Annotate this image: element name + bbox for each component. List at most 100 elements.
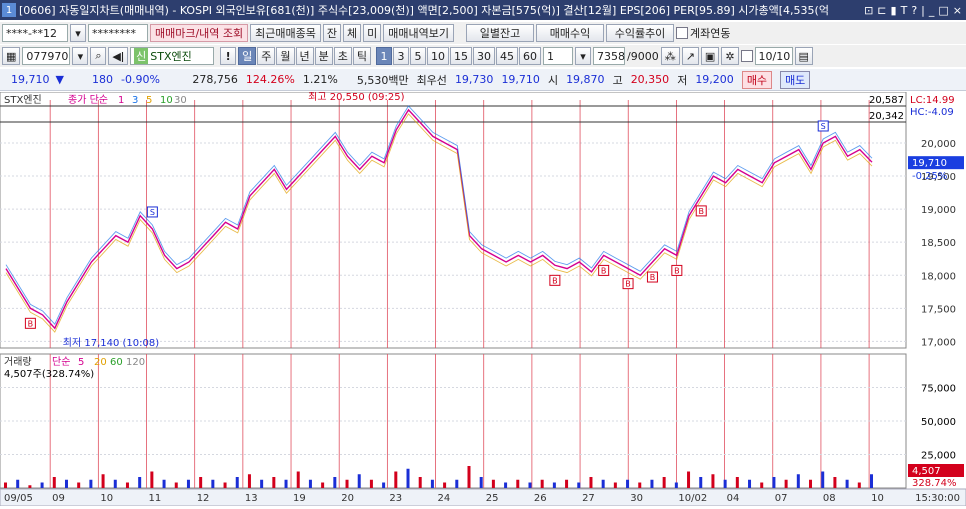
x-axis-label: 04 bbox=[727, 493, 740, 504]
window-control-7[interactable]: □ bbox=[938, 4, 948, 17]
x-axis-bar bbox=[0, 488, 966, 507]
buy-marker-label: B bbox=[650, 273, 656, 282]
count-input[interactable]: 7358 bbox=[593, 47, 625, 65]
price-ma-label: 5 bbox=[146, 95, 152, 106]
volume-bar bbox=[223, 482, 227, 488]
period-tab-1[interactable]: 주 bbox=[257, 47, 276, 65]
volume-bar bbox=[125, 482, 129, 488]
volume-bar bbox=[455, 479, 459, 488]
period-tab-5[interactable]: 초 bbox=[333, 47, 352, 65]
x-axis-label: 10 bbox=[871, 493, 884, 504]
minute-tab-0[interactable]: 1 bbox=[376, 47, 392, 65]
window-control-2[interactable]: ▮ bbox=[891, 4, 897, 17]
price-panel bbox=[0, 91, 907, 349]
high-price: 20,350 bbox=[630, 73, 670, 86]
alert-button[interactable]: ! bbox=[220, 47, 237, 65]
volume-bar bbox=[626, 479, 630, 488]
account-dropdown-button[interactable]: ▾ bbox=[70, 24, 86, 42]
date-checkbox[interactable] bbox=[740, 50, 753, 62]
volume-bar bbox=[77, 482, 81, 488]
price-y-tick: 17,500 bbox=[921, 304, 956, 315]
price-volume-chart[interactable]: 20,00019,50019,00018,50018,00017,50017,0… bbox=[0, 91, 966, 507]
stock-name-field: 신 STX엔진 bbox=[130, 47, 215, 65]
speaker-icon[interactable]: ◀ǀ bbox=[108, 47, 129, 65]
period-tab-4[interactable]: 분 bbox=[314, 47, 333, 65]
minute-tab-1[interactable]: 3 bbox=[393, 47, 409, 65]
volume-bar bbox=[650, 479, 654, 488]
period-tab-3[interactable]: 년 bbox=[295, 47, 314, 65]
best-bid: 19,710 bbox=[501, 73, 540, 86]
interval-dropdown-button[interactable]: ▾ bbox=[575, 47, 591, 65]
unfilled-button[interactable]: 미 bbox=[363, 24, 382, 42]
volume-bar bbox=[491, 479, 495, 488]
window-control-3[interactable]: T bbox=[901, 4, 908, 17]
period-tab-0[interactable]: 일 bbox=[238, 47, 257, 65]
balance-button[interactable]: 잔 bbox=[322, 24, 342, 42]
daily-balance-button[interactable]: 일별잔고 bbox=[466, 24, 535, 42]
max-value: 20,587 bbox=[869, 95, 904, 106]
markup-query-button[interactable]: 매매마크/내역 조회 bbox=[150, 24, 249, 42]
trade-profit-button[interactable]: 매매수익 bbox=[536, 24, 605, 42]
trade-history-button[interactable]: 매매내역보기 bbox=[383, 24, 455, 42]
volume-bar bbox=[809, 479, 813, 488]
period-tab-6[interactable]: 틱 bbox=[352, 47, 371, 65]
account-select[interactable]: ****-**12 bbox=[2, 24, 68, 42]
window-control-0[interactable]: ⊡ bbox=[864, 4, 873, 17]
minute-tab-6[interactable]: 45 bbox=[496, 47, 518, 65]
minute-tab-7[interactable]: 60 bbox=[519, 47, 541, 65]
sell-button[interactable]: 매도 bbox=[780, 70, 811, 89]
window-number: 1 bbox=[2, 3, 16, 17]
chevron-down-icon: ▾ bbox=[580, 49, 586, 63]
volume-bar bbox=[174, 482, 178, 488]
best-ask-label: 최우선 bbox=[416, 73, 447, 87]
volume-legend-type: 단순 bbox=[52, 356, 70, 368]
buy-button[interactable]: 매수 bbox=[741, 70, 773, 89]
profit-trend-button[interactable]: 수익률추이 bbox=[606, 24, 675, 42]
date-input[interactable]: 10/10 bbox=[754, 47, 793, 65]
executed-button[interactable]: 체 bbox=[343, 24, 362, 42]
minute-tab-3[interactable]: 10 bbox=[427, 47, 449, 65]
account-link-checkbox[interactable] bbox=[676, 27, 689, 39]
buy-marker-label: B bbox=[674, 266, 680, 275]
window-control-4[interactable]: ? bbox=[911, 4, 917, 17]
volume-bar bbox=[613, 482, 617, 488]
indicator-icon[interactable]: ⁂ bbox=[660, 47, 680, 65]
interval-input[interactable]: 1 bbox=[543, 47, 573, 65]
minute-tabs: 1 3 5 10 15 30 45 60 bbox=[376, 47, 541, 65]
x-axis-label: 12 bbox=[197, 493, 210, 504]
best-ask: 19,730 bbox=[454, 73, 494, 86]
minute-tab-4[interactable]: 15 bbox=[450, 47, 472, 65]
layout-icon[interactable]: ▦ bbox=[2, 47, 21, 65]
window-control-8[interactable]: × bbox=[953, 4, 962, 17]
volume-bar bbox=[638, 482, 642, 488]
window-control-6[interactable]: _ bbox=[929, 4, 935, 17]
price-y-tick: 17,000 bbox=[921, 337, 956, 348]
window-control-5: | bbox=[921, 3, 925, 17]
calendar-icon[interactable]: ▤ bbox=[794, 47, 813, 65]
search-icon[interactable]: ⌕ bbox=[90, 47, 107, 65]
minute-tab-5[interactable]: 30 bbox=[473, 47, 495, 65]
period-tab-2[interactable]: 월 bbox=[276, 47, 295, 65]
price-change-pct: -0.90% bbox=[121, 73, 160, 86]
volume-bar bbox=[516, 479, 520, 488]
save-icon[interactable]: ▣ bbox=[700, 47, 720, 65]
stock-code-input[interactable]: 077970 bbox=[22, 47, 71, 65]
chart-area[interactable]: 20,000 19,500 19,000 18,500 18,000 17,500 17,0… bbox=[0, 91, 966, 507]
minute-tab-2[interactable]: 5 bbox=[410, 47, 426, 65]
low-annotation: 최저 17,140 (10:08) bbox=[63, 337, 159, 349]
line-tool-icon[interactable]: ↗ bbox=[681, 47, 699, 65]
recent-trades-button[interactable]: 최근매매종목 bbox=[250, 24, 321, 42]
volume-ma-label: 60 bbox=[110, 357, 123, 368]
gear-icon[interactable]: ✲ bbox=[721, 47, 739, 65]
volume-bar bbox=[845, 479, 849, 488]
volume-bar bbox=[260, 479, 264, 488]
volume-ratio: 124.26% bbox=[245, 73, 295, 86]
volume-bar bbox=[89, 479, 93, 488]
price-ma-label: 30 bbox=[174, 95, 187, 106]
volume-bar bbox=[333, 477, 337, 488]
code-dropdown-button[interactable]: ▾ bbox=[72, 47, 89, 65]
window-control-1[interactable]: ⊏ bbox=[877, 4, 886, 17]
turnover-rate: 1.21% bbox=[302, 73, 338, 86]
volume-bar bbox=[479, 477, 483, 488]
password-field[interactable]: ******** bbox=[88, 24, 148, 42]
